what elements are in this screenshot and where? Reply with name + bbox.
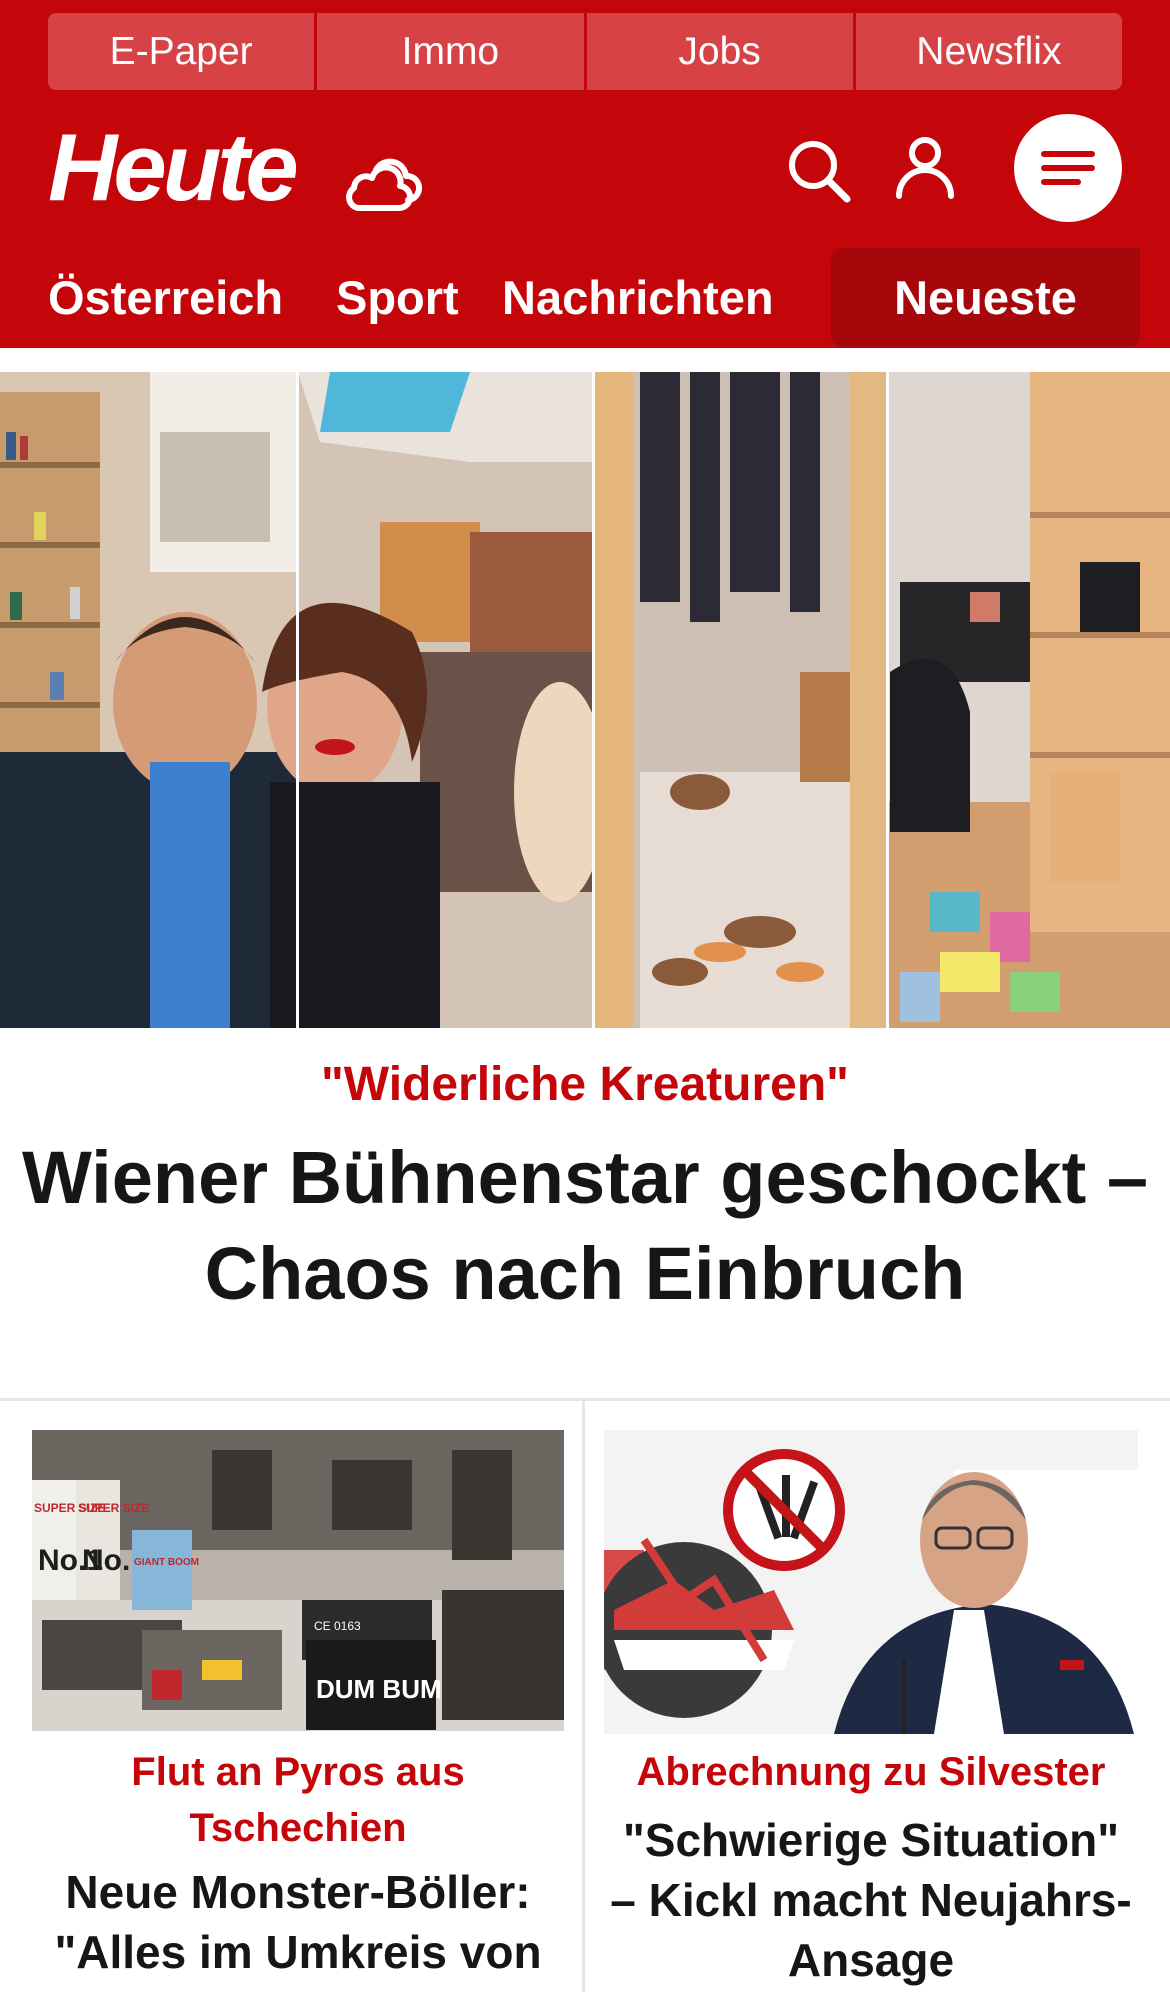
hero-photo-collage [0, 372, 1170, 1028]
fireworks-supersize-2: SUPER SIZE [78, 1501, 149, 1515]
nav-item-nachrichten[interactable]: Nachrichten [502, 268, 774, 328]
search-icon[interactable] [786, 138, 852, 204]
toplink-epaper[interactable]: E-Paper [48, 13, 318, 90]
weather-cloud-icon[interactable] [346, 148, 422, 216]
fireworks-dum-bum: DUM BUM [316, 1674, 442, 1704]
menu-button[interactable] [1014, 114, 1122, 222]
teaser-image-kickl[interactable] [604, 1430, 1138, 1734]
toplink-jobs[interactable]: Jobs [586, 13, 856, 90]
heute-logo[interactable]: Heute [48, 114, 299, 221]
top-links-bar: E-Paper Immo Jobs Newsflix [48, 13, 1122, 90]
teaser-card-kickl[interactable]: Abrechnung zu Silvester "Schwierige Situ… [604, 1430, 1138, 1992]
teaser-image-fireworks[interactable]: SUPER SIZE SUPER SIZE No.1 No.1 GIANT BO… [32, 1430, 564, 1731]
grid-divider-vertical [582, 1398, 585, 1992]
hero-kicker[interactable]: "Widerliche Kreaturen" [0, 1055, 1170, 1115]
hero-image[interactable] [0, 372, 1170, 1028]
grid-divider-horizontal [0, 1398, 1170, 1401]
nav-item-sport[interactable]: Sport [336, 268, 459, 328]
teaser-title[interactable]: "Schwierige Situation" – Kickl macht Neu… [604, 1810, 1138, 1990]
toplink-immo[interactable]: Immo [317, 13, 587, 90]
teaser-title[interactable]: Neue Monster-Böller: "Alles im Umkreis v… [32, 1862, 564, 1982]
user-icon[interactable] [894, 136, 956, 200]
kickl-photo [604, 1430, 1138, 1734]
nav-item-oesterreich[interactable]: Österreich [48, 268, 283, 328]
logo-text: Heute [48, 114, 299, 221]
fireworks-ce-label: CE 0163 [314, 1619, 361, 1633]
teaser-kicker[interactable]: Flut an Pyros aus Tschechien [42, 1744, 554, 1856]
fireworks-giant-boom: GIANT BOOM [134, 1557, 199, 1568]
teaser-kicker[interactable]: Abrechnung zu Silvester [604, 1744, 1138, 1800]
nav-item-neueste[interactable]: Neueste [831, 248, 1140, 347]
fireworks-photo: SUPER SIZE SUPER SIZE No.1 No.1 GIANT BO… [32, 1430, 564, 1731]
hero-title[interactable]: Wiener Bühnenstar geschockt – Chaos nach… [20, 1130, 1150, 1322]
teaser-card-pyros[interactable]: SUPER SIZE SUPER SIZE No.1 No.1 GIANT BO… [32, 1430, 564, 1992]
menu-icon [1041, 151, 1095, 185]
toplink-newsflix[interactable]: Newsflix [855, 13, 1122, 90]
